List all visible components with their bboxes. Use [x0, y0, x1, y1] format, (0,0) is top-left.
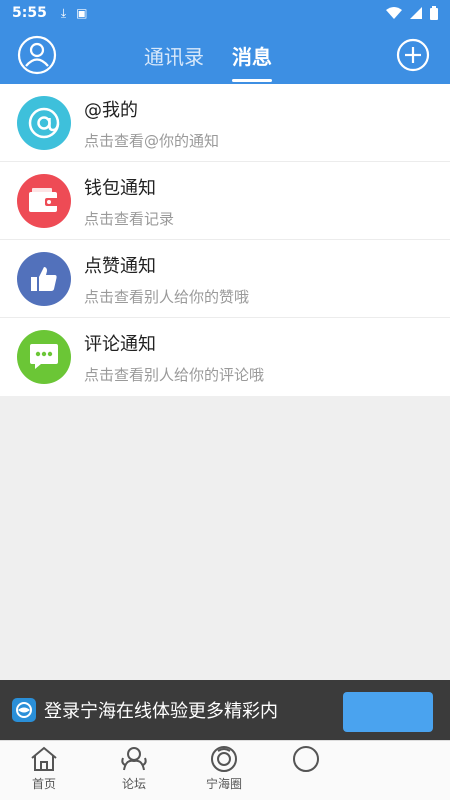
notification-app-icon: ▣: [76, 6, 88, 20]
bottom-navigation: 首页 论坛 宁海圈: [0, 740, 450, 800]
nav-item-circle[interactable]: 宁海圈: [194, 745, 254, 792]
tab-messages[interactable]: 消息: [218, 26, 286, 84]
at-icon: [17, 96, 71, 150]
notification-title: 钱包通知: [84, 178, 156, 199]
tab-contacts[interactable]: 通讯录: [130, 26, 218, 84]
notification-subtitle: 点击查看别人给你的赞哦: [84, 288, 250, 306]
profile-avatar-button[interactable]: [17, 35, 57, 75]
notification-item-comments[interactable]: 评论通知 点击查看别人给你的评论哦: [0, 318, 450, 396]
login-banner[interactable]: 登录宁海在线体验更多精彩内: [0, 680, 450, 740]
app-logo-icon: [12, 698, 36, 722]
circle-icon: [211, 746, 237, 772]
header-tabs: 通讯录 消息: [130, 26, 286, 84]
forum-icon: [121, 747, 147, 771]
wifi-icon: [386, 7, 402, 19]
more-icon: [293, 746, 319, 772]
download-icon: ⤓: [60, 5, 67, 20]
notification-subtitle: 点击查看@你的通知: [84, 132, 220, 150]
notification-title: 点赞通知: [84, 256, 156, 277]
nav-label: 宁海圈: [205, 777, 242, 791]
notification-item-likes[interactable]: 点赞通知 点击查看别人给你的赞哦: [0, 240, 450, 318]
status-time: 5:55: [12, 5, 47, 21]
notification-title: 评论通知: [84, 334, 156, 355]
home-icon: [31, 746, 57, 771]
nav-item-home[interactable]: 首页: [14, 745, 74, 792]
battery-icon: [430, 6, 438, 20]
login-button[interactable]: [343, 692, 433, 732]
nav-item-forum[interactable]: 论坛: [104, 745, 164, 792]
user-avatar-icon: [17, 35, 57, 75]
nav-item-partial[interactable]: [276, 745, 336, 773]
app-header: 通讯录 消息: [0, 26, 450, 84]
add-button[interactable]: [393, 35, 433, 75]
login-banner-text: 登录宁海在线体验更多精彩内: [44, 701, 278, 722]
notification-list: @我的 点击查看@你的通知 钱包通知 点击查看记录 点赞通知 点击查看别人给你的…: [0, 84, 450, 396]
status-bar: 5:55 ⤓ ▣: [0, 0, 450, 26]
wallet-icon: [17, 174, 71, 228]
comment-icon: [17, 330, 71, 384]
signal-icon: [410, 7, 422, 19]
notification-item-mentions[interactable]: @我的 点击查看@你的通知: [0, 84, 450, 162]
notification-title: @我的: [84, 100, 138, 121]
plus-circle-icon: [396, 38, 430, 72]
notification-subtitle: 点击查看别人给你的评论哦: [84, 366, 265, 384]
thumbs-up-icon: [17, 252, 71, 306]
notification-subtitle: 点击查看记录: [84, 210, 175, 228]
nav-label: 首页: [31, 777, 56, 791]
notification-item-wallet[interactable]: 钱包通知 点击查看记录: [0, 162, 450, 240]
nav-label: 论坛: [121, 777, 146, 791]
